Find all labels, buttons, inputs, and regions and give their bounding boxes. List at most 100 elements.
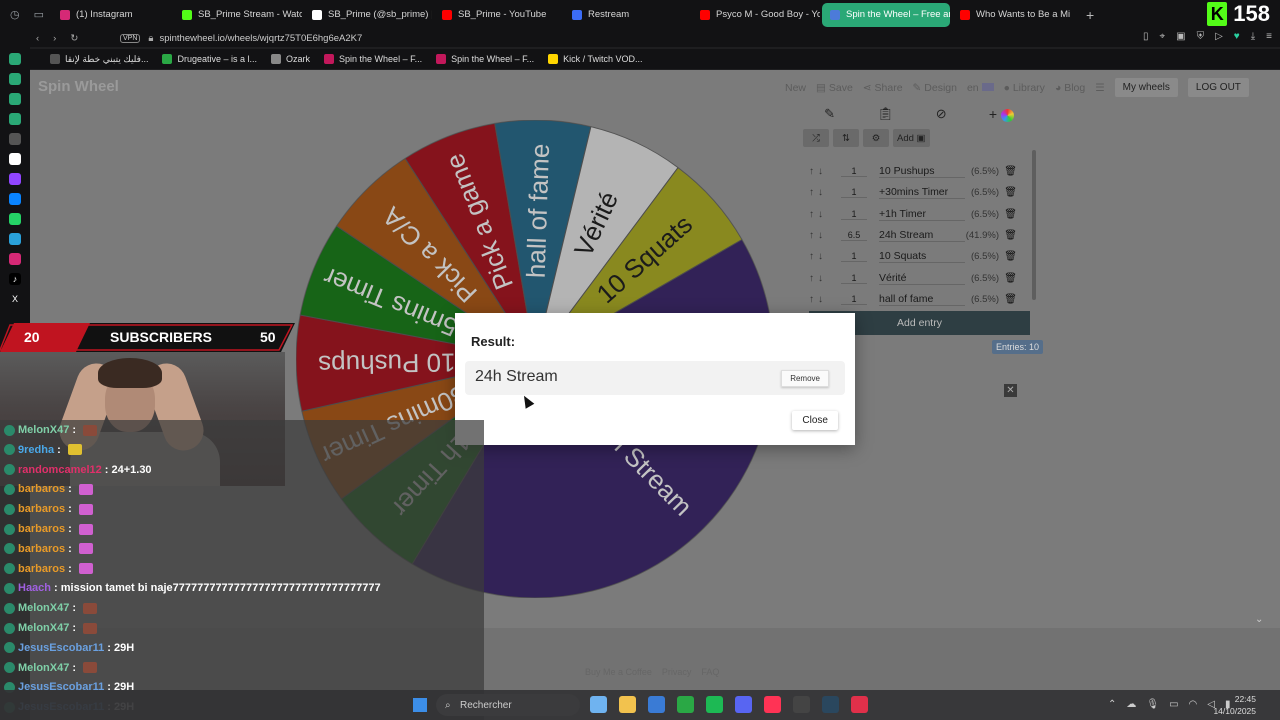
- bookmark-item[interactable]: Spin the Wheel – F...: [436, 54, 534, 64]
- tabs-icon[interactable]: ▭: [34, 8, 44, 21]
- shuffle-button[interactable]: ⤮: [803, 129, 829, 147]
- windows-start-icon[interactable]: [413, 698, 427, 712]
- browser-tab[interactable]: Spin the Wheel – Free an: [822, 2, 950, 27]
- taskbar-app-icon[interactable]: [648, 696, 665, 713]
- taskbar-app-icon[interactable]: [822, 696, 839, 713]
- settings-button[interactable]: ⚙: [863, 129, 889, 147]
- chat-username[interactable]: MelonX47: [18, 602, 69, 614]
- chat-username[interactable]: MelonX47: [18, 662, 69, 674]
- trash-icon[interactable]: 🗑︎: [999, 294, 1017, 305]
- entry-weight-input[interactable]: 1: [841, 294, 867, 305]
- faq-link[interactable]: FAQ: [701, 667, 719, 677]
- download-icon[interactable]: ⤓: [1251, 31, 1255, 42]
- bookmark-item[interactable]: Drugeative – is a l...: [162, 54, 257, 64]
- chat-username[interactable]: barbaros: [18, 543, 65, 555]
- taskbar-clock[interactable]: 22:45 14/10/2025: [1213, 693, 1256, 717]
- taskbar-app-icon[interactable]: [619, 696, 636, 713]
- sidebar-app-icon[interactable]: [9, 153, 21, 165]
- bookmark-item[interactable]: Spin the Wheel – F...: [324, 54, 422, 64]
- trash-icon[interactable]: 🗑︎: [999, 273, 1017, 284]
- entry-label-input[interactable]: 10 Pushups: [879, 165, 965, 179]
- sidebar-app-icon[interactable]: [9, 133, 21, 145]
- entry-label-input[interactable]: +30mins Timer: [879, 186, 965, 200]
- tray-chevron-icon[interactable]: ⌃: [1108, 699, 1116, 710]
- entry-weight-input[interactable]: 1: [841, 209, 867, 220]
- results-clipboard-icon[interactable]: 📋︎: [877, 106, 894, 122]
- nav-new[interactable]: New: [785, 82, 806, 94]
- play-icon[interactable]: ▷: [1215, 31, 1223, 42]
- taskbar-app-icon[interactable]: [735, 696, 752, 713]
- new-tab-button[interactable]: +: [1080, 7, 1100, 23]
- reorder-arrows-icon[interactable]: ↑↓: [803, 294, 841, 305]
- taskbar-app-icon[interactable]: [677, 696, 694, 713]
- entry-weight-input[interactable]: 1: [841, 187, 867, 199]
- browser-tab[interactable]: Restream: [564, 3, 690, 27]
- add-image-button[interactable]: Add ▣: [893, 129, 930, 147]
- bookmark-item[interactable]: Kick / Twitch VOD...: [548, 54, 642, 64]
- sidebar-app-icon[interactable]: [9, 53, 21, 65]
- forward-icon[interactable]: ›: [53, 33, 56, 44]
- heart-icon[interactable]: ♥: [1234, 31, 1240, 42]
- entry-label-input[interactable]: 24h Stream: [879, 229, 965, 243]
- chat-username[interactable]: JesusEscobar11: [18, 642, 104, 654]
- sort-button[interactable]: ⇅: [833, 129, 859, 147]
- telegram-icon[interactable]: [9, 233, 21, 245]
- entries-scrollbar[interactable]: [1032, 150, 1036, 300]
- back-icon[interactable]: ‹: [36, 33, 39, 44]
- reorder-arrows-icon[interactable]: ↑↓: [803, 187, 841, 198]
- taskbar-app-icon[interactable]: [590, 696, 607, 713]
- chat-username[interactable]: Haach: [18, 582, 51, 594]
- my-wheels-button[interactable]: My wheels: [1114, 78, 1178, 97]
- nav-language[interactable]: en: [967, 82, 994, 94]
- entry-label-input[interactable]: 10 Squats: [879, 250, 965, 264]
- browser-tab[interactable]: Psyco M - Good Boy - Yo: [692, 3, 820, 27]
- reorder-arrows-icon[interactable]: ↑↓: [803, 230, 841, 241]
- chat-username[interactable]: randomcamel12: [18, 464, 102, 476]
- chat-username[interactable]: barbaros: [18, 523, 65, 535]
- entry-weight-input[interactable]: 1: [841, 166, 867, 178]
- entry-weight-input[interactable]: 1: [841, 251, 867, 263]
- nav-blog[interactable]: ◕ Blog: [1055, 82, 1085, 94]
- tiktok-icon[interactable]: ♪: [9, 273, 21, 285]
- nav-library[interactable]: ● Library: [1004, 82, 1045, 94]
- logout-button[interactable]: LOG OUT: [1187, 78, 1249, 97]
- entry-label-input[interactable]: +1h Timer: [879, 208, 965, 221]
- display-icon[interactable]: ▭: [1169, 699, 1178, 710]
- wifi-icon[interactable]: ◠: [1189, 699, 1198, 710]
- chat-username[interactable]: MelonX47: [18, 622, 69, 634]
- nav-save[interactable]: ▤ Save: [816, 82, 853, 94]
- reorder-arrows-icon[interactable]: ↑↓: [803, 273, 841, 284]
- twitch-icon[interactable]: [9, 173, 21, 185]
- chat-username[interactable]: MelonX47: [18, 424, 69, 436]
- entry-label-input[interactable]: Vérité: [879, 272, 965, 285]
- trash-icon[interactable]: 🗑︎: [999, 166, 1017, 177]
- reorder-arrows-icon[interactable]: ↑↓: [803, 209, 841, 220]
- reorder-arrows-icon[interactable]: ↑↓: [803, 251, 841, 262]
- chevron-down-icon[interactable]: ⌄: [1255, 614, 1263, 625]
- lock-icon[interactable]: 🔒︎: [148, 33, 153, 44]
- x-icon[interactable]: X: [9, 293, 21, 305]
- close-icon[interactable]: ✕: [1004, 384, 1017, 397]
- privacy-link[interactable]: Privacy: [662, 667, 692, 677]
- menu-icon[interactable]: ≡: [1266, 31, 1272, 42]
- taskbar-app-icon[interactable]: [793, 696, 810, 713]
- coffee-link[interactable]: Buy Me a Coffee: [585, 667, 652, 677]
- bookmark-item[interactable]: فليك يتبني خطة لإنقا...: [50, 54, 148, 65]
- site-logo[interactable]: Spin Wheel: [38, 78, 119, 95]
- mic-icon[interactable]: 🎙︎: [1146, 699, 1159, 710]
- reload-icon[interactable]: ↻: [70, 33, 78, 44]
- cloud-icon[interactable]: ☁: [1126, 699, 1136, 710]
- hide-eye-icon[interactable]: ⊘: [936, 106, 947, 122]
- reorder-arrows-icon[interactable]: ↑↓: [803, 166, 841, 177]
- add-wheel-icon[interactable]: +: [989, 106, 1014, 122]
- sidebar-app-icon[interactable]: [9, 93, 21, 105]
- instagram-icon[interactable]: [9, 253, 21, 265]
- close-button[interactable]: Close: [792, 411, 838, 430]
- chat-username[interactable]: barbaros: [18, 503, 65, 515]
- sidebar-app-icon[interactable]: [9, 113, 21, 125]
- edit-pencil-icon[interactable]: ✎: [824, 106, 835, 122]
- snapshot-icon[interactable]: ▣: [1176, 31, 1185, 42]
- taskbar-app-icon[interactable]: [764, 696, 781, 713]
- nav-share[interactable]: ⋖ Share: [863, 82, 903, 94]
- theme-icon[interactable]: ☰: [1095, 82, 1104, 94]
